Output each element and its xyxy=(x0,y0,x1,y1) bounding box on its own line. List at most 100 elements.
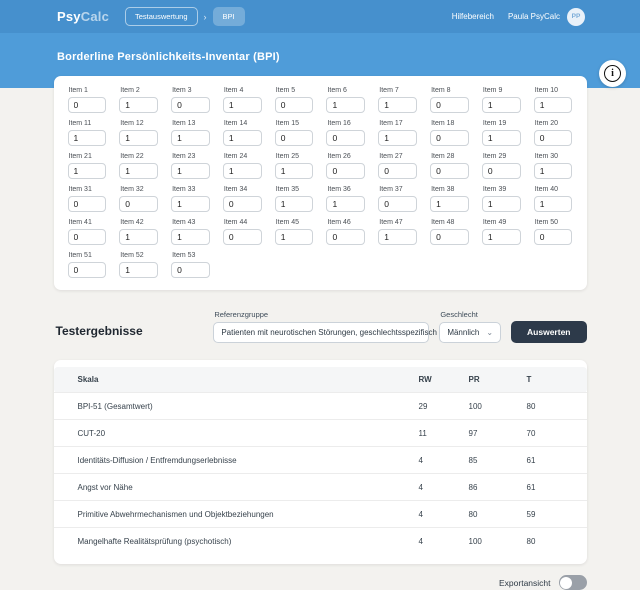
item-input[interactable] xyxy=(275,229,314,245)
item-input[interactable] xyxy=(430,163,469,179)
item-cell: Item 34 xyxy=(223,186,262,212)
item-input[interactable] xyxy=(275,97,314,113)
item-input[interactable] xyxy=(378,196,417,212)
item-input[interactable] xyxy=(171,262,210,278)
item-input[interactable] xyxy=(534,163,573,179)
item-input[interactable] xyxy=(275,130,314,146)
breadcrumb-item-testauswertung[interactable]: Testauswertung xyxy=(125,7,198,26)
item-label: Item 41 xyxy=(69,219,107,226)
item-input[interactable] xyxy=(171,196,210,212)
item-input[interactable] xyxy=(68,262,107,278)
item-input[interactable] xyxy=(275,163,314,179)
item-input[interactable] xyxy=(430,229,469,245)
item-label: Item 23 xyxy=(172,153,210,160)
item-input[interactable] xyxy=(482,97,521,113)
item-input[interactable] xyxy=(119,229,158,245)
item-input[interactable] xyxy=(275,196,314,212)
breadcrumb-item-bpi[interactable]: BPI xyxy=(213,7,245,26)
item-input[interactable] xyxy=(326,163,365,179)
item-label: Item 34 xyxy=(224,186,262,193)
main-content: Item 1Item 2Item 3Item 4Item 5Item 6Item… xyxy=(54,76,587,590)
item-cell: Item 5 xyxy=(275,87,314,113)
item-label: Item 35 xyxy=(276,186,314,193)
item-input[interactable] xyxy=(430,130,469,146)
item-input[interactable] xyxy=(378,130,417,146)
item-input[interactable] xyxy=(223,229,262,245)
item-label: Item 25 xyxy=(276,153,314,160)
cell-t: 59 xyxy=(515,501,587,528)
item-cell: Item 8 xyxy=(430,87,469,113)
item-input[interactable] xyxy=(223,130,262,146)
item-input[interactable] xyxy=(223,163,262,179)
item-input[interactable] xyxy=(326,196,365,212)
item-input[interactable] xyxy=(68,97,107,113)
column-header-skala: Skala xyxy=(54,367,407,393)
item-input[interactable] xyxy=(223,97,262,113)
cell-pr: 80 xyxy=(457,501,515,528)
item-input[interactable] xyxy=(378,163,417,179)
item-label: Item 36 xyxy=(327,186,365,193)
item-input[interactable] xyxy=(223,196,262,212)
item-cell: Item 1 xyxy=(68,87,107,113)
item-label: Item 51 xyxy=(69,252,107,259)
reference-group-select[interactable]: Patienten mit neurotischen Störungen, ge… xyxy=(213,322,429,343)
item-label: Item 3 xyxy=(172,87,210,94)
item-cell: Item 33 xyxy=(171,186,210,212)
item-cell: Item 15 xyxy=(275,120,314,146)
item-input[interactable] xyxy=(430,196,469,212)
item-input[interactable] xyxy=(68,130,107,146)
item-input[interactable] xyxy=(119,262,158,278)
item-input[interactable] xyxy=(171,229,210,245)
item-cell: Item 24 xyxy=(223,153,262,179)
item-input[interactable] xyxy=(68,163,107,179)
cell-skala: Angst vor Nähe xyxy=(54,474,407,501)
item-input[interactable] xyxy=(378,97,417,113)
item-input[interactable] xyxy=(326,130,365,146)
app-logo[interactable]: PsyCalc xyxy=(57,9,109,24)
user-menu[interactable]: Paula PsyCalc PP xyxy=(508,8,585,26)
item-input[interactable] xyxy=(119,163,158,179)
item-input[interactable] xyxy=(68,196,107,212)
item-input[interactable] xyxy=(534,130,573,146)
item-cell: Item 12 xyxy=(119,120,158,146)
cell-pr: 100 xyxy=(457,393,515,420)
help-link[interactable]: Hilfebereich xyxy=(452,12,494,21)
gender-select[interactable]: Männlich ⌄ xyxy=(439,322,501,343)
item-label: Item 13 xyxy=(172,120,210,127)
cell-pr: 100 xyxy=(457,528,515,555)
item-input[interactable] xyxy=(378,229,417,245)
item-input[interactable] xyxy=(326,97,365,113)
evaluate-button[interactable]: Auswerten xyxy=(511,321,586,343)
info-button[interactable]: i xyxy=(599,60,626,87)
item-input[interactable] xyxy=(171,97,210,113)
item-input[interactable] xyxy=(119,196,158,212)
item-input[interactable] xyxy=(534,229,573,245)
item-label: Item 19 xyxy=(483,120,521,127)
item-label: Item 24 xyxy=(224,153,262,160)
item-input[interactable] xyxy=(482,163,521,179)
item-input[interactable] xyxy=(68,229,107,245)
item-label: Item 40 xyxy=(535,186,573,193)
item-cell: Item 51 xyxy=(68,252,107,278)
export-toggle[interactable] xyxy=(559,575,587,590)
item-label: Item 6 xyxy=(327,87,365,94)
column-header-t: T xyxy=(515,367,587,393)
item-input[interactable] xyxy=(171,130,210,146)
item-input[interactable] xyxy=(482,229,521,245)
item-input[interactable] xyxy=(482,196,521,212)
user-name: Paula PsyCalc xyxy=(508,12,560,21)
item-cell: Item 46 xyxy=(326,219,365,245)
item-input[interactable] xyxy=(430,97,469,113)
item-input[interactable] xyxy=(119,97,158,113)
items-grid: Item 1Item 2Item 3Item 4Item 5Item 6Item… xyxy=(68,87,573,278)
item-input[interactable] xyxy=(326,229,365,245)
item-input[interactable] xyxy=(482,130,521,146)
item-label: Item 8 xyxy=(431,87,469,94)
item-input[interactable] xyxy=(534,97,573,113)
cell-pr: 85 xyxy=(457,447,515,474)
item-input[interactable] xyxy=(534,196,573,212)
item-input[interactable] xyxy=(171,163,210,179)
cell-skala: Mangelhafte Realitätsprüfung (psychotisc… xyxy=(54,528,407,555)
item-input[interactable] xyxy=(119,130,158,146)
avatar[interactable]: PP xyxy=(567,8,585,26)
